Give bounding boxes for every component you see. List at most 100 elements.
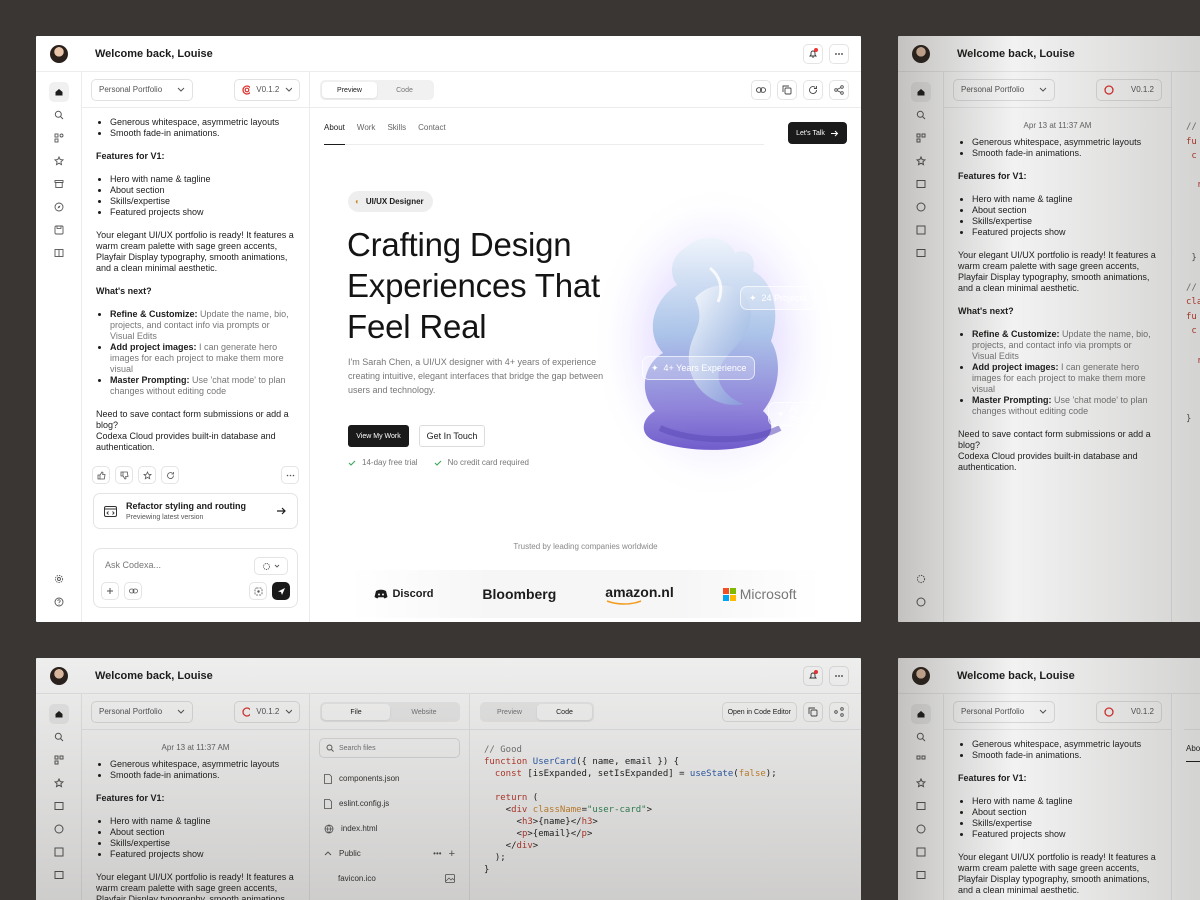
project-select-label: Personal Portfolio xyxy=(99,85,163,94)
explore-nav[interactable] xyxy=(49,197,69,217)
file-item[interactable]: components.json xyxy=(310,766,469,791)
explore-nav[interactable] xyxy=(911,819,931,839)
link-preview-button[interactable] xyxy=(751,80,771,100)
favorites-nav[interactable] xyxy=(49,151,69,171)
add-attachment-button[interactable] xyxy=(101,582,119,600)
search-nav[interactable] xyxy=(49,105,69,125)
avatar[interactable] xyxy=(50,666,68,685)
nav-work[interactable]: Work xyxy=(357,123,376,144)
lets-talk-button[interactable]: Let's Talk xyxy=(788,122,847,144)
settings-nav[interactable] xyxy=(911,569,931,589)
version-select[interactable]: V0.1.2 xyxy=(1096,700,1162,723)
file-item[interactable]: favicon.ico xyxy=(310,866,469,891)
help-nav[interactable] xyxy=(911,592,931,612)
docs-nav[interactable] xyxy=(49,243,69,263)
thumbs-down-icon xyxy=(120,471,128,479)
favorites-nav[interactable] xyxy=(911,773,931,793)
tab-preview[interactable]: Preview xyxy=(482,704,537,720)
archive-nav[interactable] xyxy=(911,796,931,816)
version-select[interactable]: V0.1.2 xyxy=(234,700,300,723)
more-button[interactable] xyxy=(281,466,299,484)
save-nav[interactable] xyxy=(49,842,69,862)
project-select[interactable]: Personal Portfolio xyxy=(91,78,193,101)
link-button[interactable] xyxy=(124,582,142,600)
file-item[interactable]: index.html xyxy=(310,816,469,841)
view-work-button[interactable]: View My Work xyxy=(348,425,409,447)
send-button[interactable] xyxy=(272,582,290,600)
home-nav[interactable] xyxy=(910,704,931,724)
nav-about[interactable]: About xyxy=(324,123,345,145)
project-select[interactable]: Personal Portfolio xyxy=(91,700,193,723)
nav-contact[interactable]: Contact xyxy=(418,123,446,144)
thumbs-down-button[interactable] xyxy=(115,466,133,484)
docs-nav[interactable] xyxy=(49,865,69,885)
version-card[interactable]: Refactor styling and routing Previewing … xyxy=(93,493,298,529)
get-in-touch-button[interactable]: Get In Touch xyxy=(419,425,485,447)
avatar[interactable] xyxy=(912,44,930,63)
tab-website[interactable]: Website xyxy=(390,704,458,720)
favorite-button[interactable] xyxy=(138,466,156,484)
open-code-editor-button[interactable]: Open in Code Editor xyxy=(721,702,797,722)
save-nav[interactable] xyxy=(911,842,931,862)
version-select[interactable]: V0.1.2 xyxy=(234,78,300,101)
docs-nav[interactable] xyxy=(911,243,931,263)
components-nav[interactable] xyxy=(911,750,931,770)
search-nav[interactable] xyxy=(49,727,69,747)
nav-about[interactable]: About xyxy=(1186,744,1200,762)
save-nav[interactable] xyxy=(911,220,931,240)
tab-code[interactable]: Code xyxy=(537,704,592,720)
nav-skills[interactable]: Skills xyxy=(387,123,406,144)
plus-icon[interactable]: + xyxy=(449,848,455,860)
copy-button[interactable] xyxy=(777,80,797,100)
home-nav[interactable] xyxy=(48,82,69,102)
more-icon[interactable]: ••• xyxy=(433,849,441,858)
search-nav[interactable] xyxy=(911,727,931,747)
chat-input-box[interactable]: Ask Codexa... xyxy=(93,548,298,608)
favorites-nav[interactable] xyxy=(911,151,931,171)
file-item[interactable]: eslint.config.js xyxy=(310,791,469,816)
search-nav[interactable] xyxy=(911,105,931,125)
help-nav[interactable] xyxy=(49,592,69,612)
docs-nav[interactable] xyxy=(911,865,931,885)
notification-button[interactable] xyxy=(803,44,823,64)
share-button[interactable] xyxy=(829,702,849,722)
more-button[interactable] xyxy=(829,666,849,686)
folder-item[interactable]: Public ••• + xyxy=(310,841,469,866)
tab-file[interactable]: File xyxy=(322,704,390,720)
list-item: Hero with name & tagline xyxy=(110,816,295,827)
project-select[interactable]: Personal Portfolio xyxy=(953,78,1055,101)
archive-nav[interactable] xyxy=(911,174,931,194)
explore-nav[interactable] xyxy=(911,197,931,217)
archive-nav[interactable] xyxy=(49,796,69,816)
file-search[interactable]: Search files xyxy=(319,738,460,758)
share-button[interactable] xyxy=(829,80,849,100)
explore-nav[interactable] xyxy=(49,819,69,839)
notification-button[interactable] xyxy=(803,666,823,686)
avatar[interactable] xyxy=(912,666,930,685)
code-editor[interactable]: // Good function UserCard({ name, email … xyxy=(470,730,861,890)
project-select[interactable]: Personal Portfolio xyxy=(953,700,1055,723)
copy-button[interactable] xyxy=(803,702,823,722)
regenerate-button[interactable] xyxy=(161,466,179,484)
save-nav[interactable] xyxy=(49,220,69,240)
home-nav[interactable] xyxy=(910,82,931,102)
tab-code[interactable]: Code xyxy=(377,82,432,98)
version-select[interactable]: V0.1.2 xyxy=(1096,78,1162,101)
refresh-button[interactable] xyxy=(803,80,823,100)
thumbs-up-button[interactable] xyxy=(92,466,110,484)
home-nav[interactable] xyxy=(48,704,69,724)
chat-input[interactable]: Ask Codexa... xyxy=(105,560,161,570)
more-button[interactable] xyxy=(829,44,849,64)
mode-select[interactable] xyxy=(254,557,288,575)
components-nav[interactable] xyxy=(911,128,931,148)
tab-preview[interactable]: Preview xyxy=(322,82,377,98)
settings-nav[interactable] xyxy=(49,569,69,589)
avatar[interactable] xyxy=(50,44,68,63)
code-panel: Preview Code Open in Code Editor // Good… xyxy=(470,694,861,900)
archive-nav[interactable] xyxy=(49,174,69,194)
components-nav[interactable] xyxy=(49,128,69,148)
components-nav[interactable] xyxy=(49,750,69,770)
project-select-label: Personal Portfolio xyxy=(961,85,1025,94)
favorites-nav[interactable] xyxy=(49,773,69,793)
visual-edit-button[interactable] xyxy=(249,582,267,600)
